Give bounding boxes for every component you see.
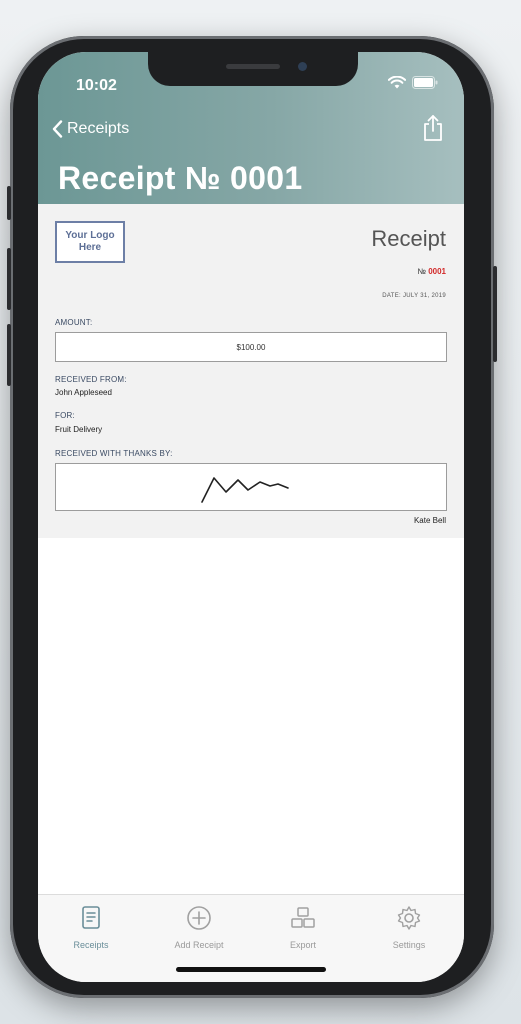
share-button[interactable]	[422, 114, 444, 147]
thanks-label: RECEIVED WITH THANKS BY:	[55, 449, 173, 458]
receipt-number: № 0001	[417, 267, 446, 276]
volume-up-button	[7, 248, 11, 310]
status-time: 10:02	[76, 77, 117, 94]
receipt-icon	[82, 906, 100, 929]
amount-value: $100.00	[236, 342, 266, 352]
receipt-number-value: 0001	[428, 267, 446, 276]
tab-receipts[interactable]: Receipts	[46, 905, 136, 950]
volume-down-button	[7, 324, 11, 386]
notch	[148, 52, 358, 86]
receipt-date: DATE: JULY 31, 2019	[382, 293, 446, 299]
export-icon	[291, 907, 315, 928]
for-label: FOR:	[55, 411, 75, 420]
share-icon	[424, 115, 442, 141]
received-from-value: John Appleseed	[55, 388, 112, 397]
received-from-label: RECEIVED FROM:	[55, 375, 127, 384]
speaker	[226, 64, 280, 69]
tab-export-label: Export	[289, 940, 316, 950]
tab-export[interactable]: Export	[258, 905, 348, 950]
receipt-heading: Receipt	[371, 226, 446, 251]
tab-add-receipt-label: Add Receipt	[174, 940, 224, 950]
receipt-preview: Your Logo Here Receipt № 0001 DATE: JULY…	[38, 204, 464, 538]
signer-name: Kate Bell	[413, 516, 446, 525]
plus-circle-icon	[187, 906, 211, 930]
tab-add-receipt[interactable]: Add Receipt	[154, 905, 244, 950]
for-value: Fruit Delivery	[55, 425, 103, 434]
battery-icon	[412, 76, 438, 89]
camera	[298, 62, 307, 71]
amount-field: $100.00	[55, 332, 447, 362]
tab-settings[interactable]: Settings	[364, 905, 454, 950]
tab-receipts-label: Receipts	[73, 940, 109, 950]
status-icons	[388, 76, 438, 89]
signature-drawing	[201, 477, 289, 503]
gear-icon	[397, 906, 421, 930]
side-button	[493, 266, 497, 362]
receipt-number-prefix: №	[417, 267, 426, 276]
home-indicator[interactable]	[176, 967, 326, 972]
back-label: Receipts	[67, 120, 130, 137]
signature-field	[55, 463, 447, 511]
amount-label: AMOUNT:	[55, 318, 93, 327]
wifi-icon	[388, 76, 406, 89]
back-button[interactable]: Receipts	[52, 120, 129, 138]
page-title: Receipt № 0001	[58, 160, 303, 196]
logo-placeholder[interactable]: Your Logo Here	[55, 221, 125, 263]
tab-settings-label: Settings	[392, 940, 426, 950]
app-screen: 10:02 Receipts Receipt № 0001 Your Logo …	[38, 52, 464, 982]
silent-switch	[7, 186, 11, 220]
chevron-left-icon	[52, 120, 63, 138]
